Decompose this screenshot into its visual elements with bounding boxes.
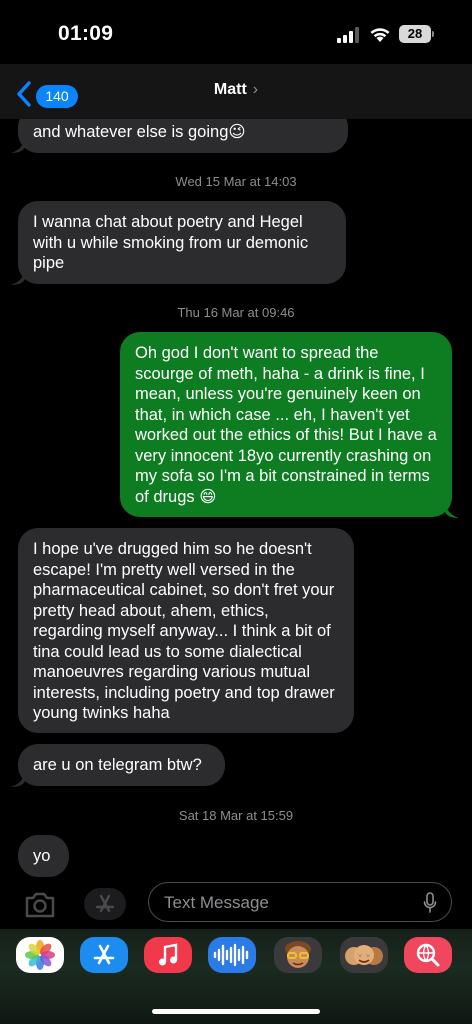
message-bubble-incoming[interactable]: I wanna chat about poetry and Hegel with… (18, 201, 346, 284)
music-note-icon (159, 943, 178, 966)
message-text: I hope u've drugged him so he doesn't es… (33, 540, 335, 722)
contact-name: Matt (213, 81, 247, 98)
message-thread[interactable]: and whatever else is going😉 Wed 15 Mar a… (0, 119, 472, 879)
message-text: yo (33, 847, 51, 865)
bubble-tail (11, 271, 25, 285)
waveform-icon (213, 943, 249, 967)
app-store-icon[interactable] (80, 937, 128, 973)
app-store-glyph-icon (95, 894, 115, 913)
message-bubble-incoming[interactable]: are u on telegram btw? (18, 744, 225, 786)
chevron-right-icon: › (252, 81, 259, 98)
status-bar: 01:09 28 (0, 0, 472, 64)
battery-cap (432, 31, 434, 37)
memoji-stickers-faces-icon (345, 945, 383, 965)
message-bubble-incoming[interactable]: yo (18, 835, 69, 877)
cellular-signal-icon (337, 27, 359, 43)
images-search-icon[interactable] (404, 937, 452, 973)
status-time: 01:09 (58, 22, 114, 45)
message-bubble-incoming[interactable]: I hope u've drugged him so he doesn't es… (18, 528, 354, 733)
message-input[interactable]: Text Message (148, 882, 452, 922)
timestamp: Sat 18 Mar at 15:59 (178, 808, 294, 823)
camera-icon[interactable] (24, 889, 56, 919)
message-text: are u on telegram btw? (33, 756, 202, 774)
bubble-tail (11, 139, 25, 153)
bubble-tail (11, 773, 25, 787)
imessage-app-drawer (0, 929, 472, 1024)
photos-flower-icon (25, 940, 55, 970)
photos-app-icon[interactable] (16, 937, 64, 973)
battery-indicator: 28 (399, 25, 431, 43)
compose-bar: Text Message (0, 879, 472, 929)
message-text: and whatever else is going😉 (33, 123, 246, 141)
bubble-tail (445, 504, 459, 518)
timestamp: Wed 15 Mar at 14:03 (175, 174, 297, 189)
timestamp: Thu 16 Mar at 09:46 (177, 305, 295, 320)
message-text: Oh god I don't want to spread the scourg… (135, 344, 437, 506)
contact-name-button[interactable]: Matt › (0, 81, 472, 99)
message-input-placeholder: Text Message (164, 893, 269, 912)
microphone-icon[interactable] (423, 892, 437, 914)
conversation-header: 140 Matt › (0, 64, 472, 119)
app-store-button[interactable] (84, 888, 126, 920)
wifi-icon (370, 28, 390, 42)
message-bubble-incoming[interactable]: and whatever else is going😉 (18, 119, 348, 153)
home-indicator[interactable] (152, 1009, 320, 1014)
memoji-stickers-icon[interactable] (340, 937, 388, 973)
memoji-icon[interactable] (274, 937, 322, 973)
message-bubble-outgoing[interactable]: Oh god I don't want to spread the scourg… (120, 332, 452, 517)
audio-message-icon[interactable] (208, 937, 256, 973)
music-app-icon[interactable] (144, 937, 192, 973)
message-text: I wanna chat about poetry and Hegel with… (33, 213, 309, 272)
memoji-face-icon (285, 941, 311, 968)
globe-search-icon (416, 943, 440, 967)
app-store-a-icon (93, 944, 115, 965)
